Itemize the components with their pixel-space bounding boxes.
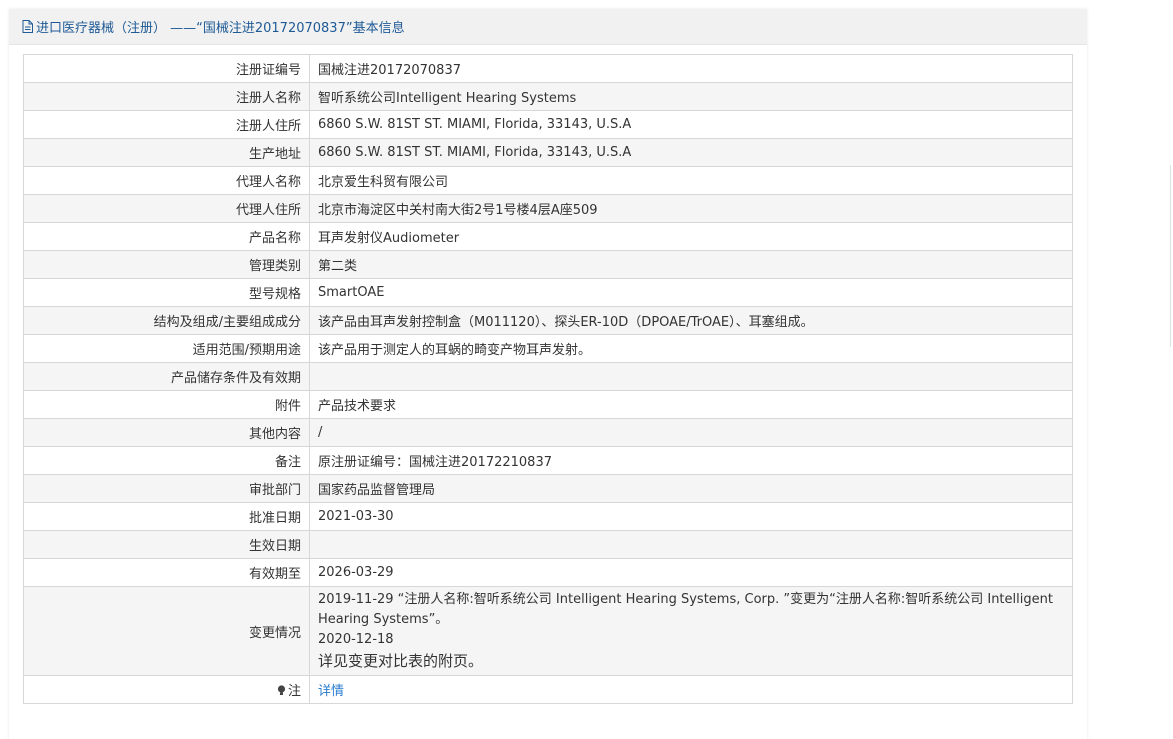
row-label: 代理人住所	[23, 194, 310, 223]
row-value: 国械注进20172070837	[309, 54, 1073, 83]
row-label: 适用范围/预期用途	[23, 334, 310, 363]
row-value: 国家药品监督管理局	[309, 474, 1073, 503]
row-value: 第二类	[309, 250, 1073, 279]
row-value: 2026-03-29	[309, 558, 1073, 587]
scroll-edge-divider	[1170, 165, 1171, 347]
row-label: 有效期至	[23, 558, 310, 587]
row-value	[309, 530, 1073, 559]
table-row: 型号规格 SmartOAE	[23, 278, 1073, 307]
row-value: 北京市海淀区中关村南大街2号1号楼4层A座509	[309, 194, 1073, 223]
row-label: 备注	[23, 446, 310, 475]
row-label: 代理人名称	[23, 166, 310, 195]
row-value: 该产品用于测定人的耳蜗的畸变产物耳声发射。	[309, 334, 1073, 363]
page-title: 进口医疗器械（注册） ——“国械注进20172070837”基本信息	[36, 21, 405, 36]
row-label: 结构及组成/主要组成成分	[23, 306, 310, 335]
note-label: 注	[287, 684, 301, 699]
table-row: 生产地址 6860 S.W. 81ST ST. MIAMI, Florida, 3…	[23, 138, 1073, 167]
row-value	[309, 362, 1073, 391]
row-label: 批准日期	[23, 502, 310, 531]
row-label: 注册证编号	[23, 54, 310, 83]
row-value: 该产品由耳声发射控制盒（M011120）、探头ER-10D（DPOAE/TrOA…	[309, 306, 1073, 335]
table-row-changes: 变更情况 2019-11-29 “注册人名称:智听系统公司 Intelligen…	[23, 586, 1073, 676]
table-row: 附件 产品技术要求	[23, 390, 1073, 419]
row-value: 6860 S.W. 81ST ST. MIAMI, Florida, 33143…	[309, 110, 1073, 139]
table-row: 批准日期 2021-03-30	[23, 502, 1073, 531]
table-row: 代理人住所 北京市海淀区中关村南大街2号1号楼4层A座509	[23, 194, 1073, 223]
lightbulb-icon	[277, 685, 286, 696]
row-value: 6860 S.W. 81ST ST. MIAMI, Florida, 33143…	[309, 138, 1073, 167]
info-table-body: 注册证编号 国械注进20172070837 注册人名称 智听系统公司Intellige…	[23, 54, 1073, 704]
table-row-note: 注 详情	[23, 675, 1073, 704]
document-icon	[22, 20, 33, 33]
row-value: 智听系统公司Intelligent Hearing Systems	[309, 82, 1073, 111]
table-row: 生效日期	[23, 530, 1073, 559]
row-value: /	[309, 418, 1073, 447]
row-label: 生产地址	[23, 138, 310, 167]
table-row: 其他内容 /	[23, 418, 1073, 447]
row-label-note: 注	[23, 675, 310, 704]
table-row: 注册人名称 智听系统公司Intelligent Hearing Systems	[23, 82, 1073, 111]
row-label: 其他内容	[23, 418, 310, 447]
row-label-changes: 变更情况	[23, 586, 310, 676]
row-value: 2021-03-30	[309, 502, 1073, 531]
row-label: 附件	[23, 390, 310, 419]
row-value-note: 详情	[309, 675, 1073, 704]
row-value-changes: 2019-11-29 “注册人名称:智听系统公司 Intelligent Hea…	[309, 586, 1073, 676]
table-row: 产品储存条件及有效期	[23, 362, 1073, 391]
table-row: 注册人住所 6860 S.W. 81ST ST. MIAMI, Florida, …	[23, 110, 1073, 139]
table-row: 管理类别 第二类	[23, 250, 1073, 279]
row-label: 产品储存条件及有效期	[23, 362, 310, 391]
registration-info-panel: 进口医疗器械（注册） ——“国械注进20172070837”基本信息 注册证编号…	[9, 9, 1087, 739]
detail-link[interactable]: 详情	[318, 684, 344, 699]
row-label: 产品名称	[23, 222, 310, 251]
row-label: 注册人住所	[23, 110, 310, 139]
row-label: 生效日期	[23, 530, 310, 559]
row-label: 型号规格	[23, 278, 310, 307]
table-row: 备注 原注册证编号：国械注进20172210837	[23, 446, 1073, 475]
table-row: 有效期至 2026-03-29	[23, 558, 1073, 587]
table-row: 产品名称 耳声发射仪Audiometer	[23, 222, 1073, 251]
table-row: 代理人名称 北京爱生科贸有限公司	[23, 166, 1073, 195]
row-label: 管理类别	[23, 250, 310, 279]
row-label: 审批部门	[23, 474, 310, 503]
table-row: 审批部门 国家药品监督管理局	[23, 474, 1073, 503]
row-label: 注册人名称	[23, 82, 310, 111]
table-row: 注册证编号 国械注进20172070837	[23, 54, 1073, 83]
row-value: SmartOAE	[309, 278, 1073, 307]
row-value: 产品技术要求	[309, 390, 1073, 419]
change-entry-2: 2020-12-18	[318, 632, 394, 647]
row-value: 耳声发射仪Audiometer	[309, 222, 1073, 251]
row-value: 原注册证编号：国械注进20172210837	[309, 446, 1073, 475]
table-row: 适用范围/预期用途 该产品用于测定人的耳蜗的畸变产物耳声发射。	[23, 334, 1073, 363]
change-note: 详见变更对比表的附页。	[318, 652, 484, 670]
change-entry-1: 2019-11-29 “注册人名称:智听系统公司 Intelligent Hea…	[318, 592, 1053, 627]
panel-header: 进口医疗器械（注册） ——“国械注进20172070837”基本信息	[9, 9, 1087, 45]
row-value: 北京爱生科贸有限公司	[309, 166, 1073, 195]
table-row: 结构及组成/主要组成成分 该产品由耳声发射控制盒（M011120）、探头ER-10…	[23, 306, 1073, 335]
info-table: 注册证编号 国械注进20172070837 注册人名称 智听系统公司Intellige…	[23, 54, 1073, 704]
